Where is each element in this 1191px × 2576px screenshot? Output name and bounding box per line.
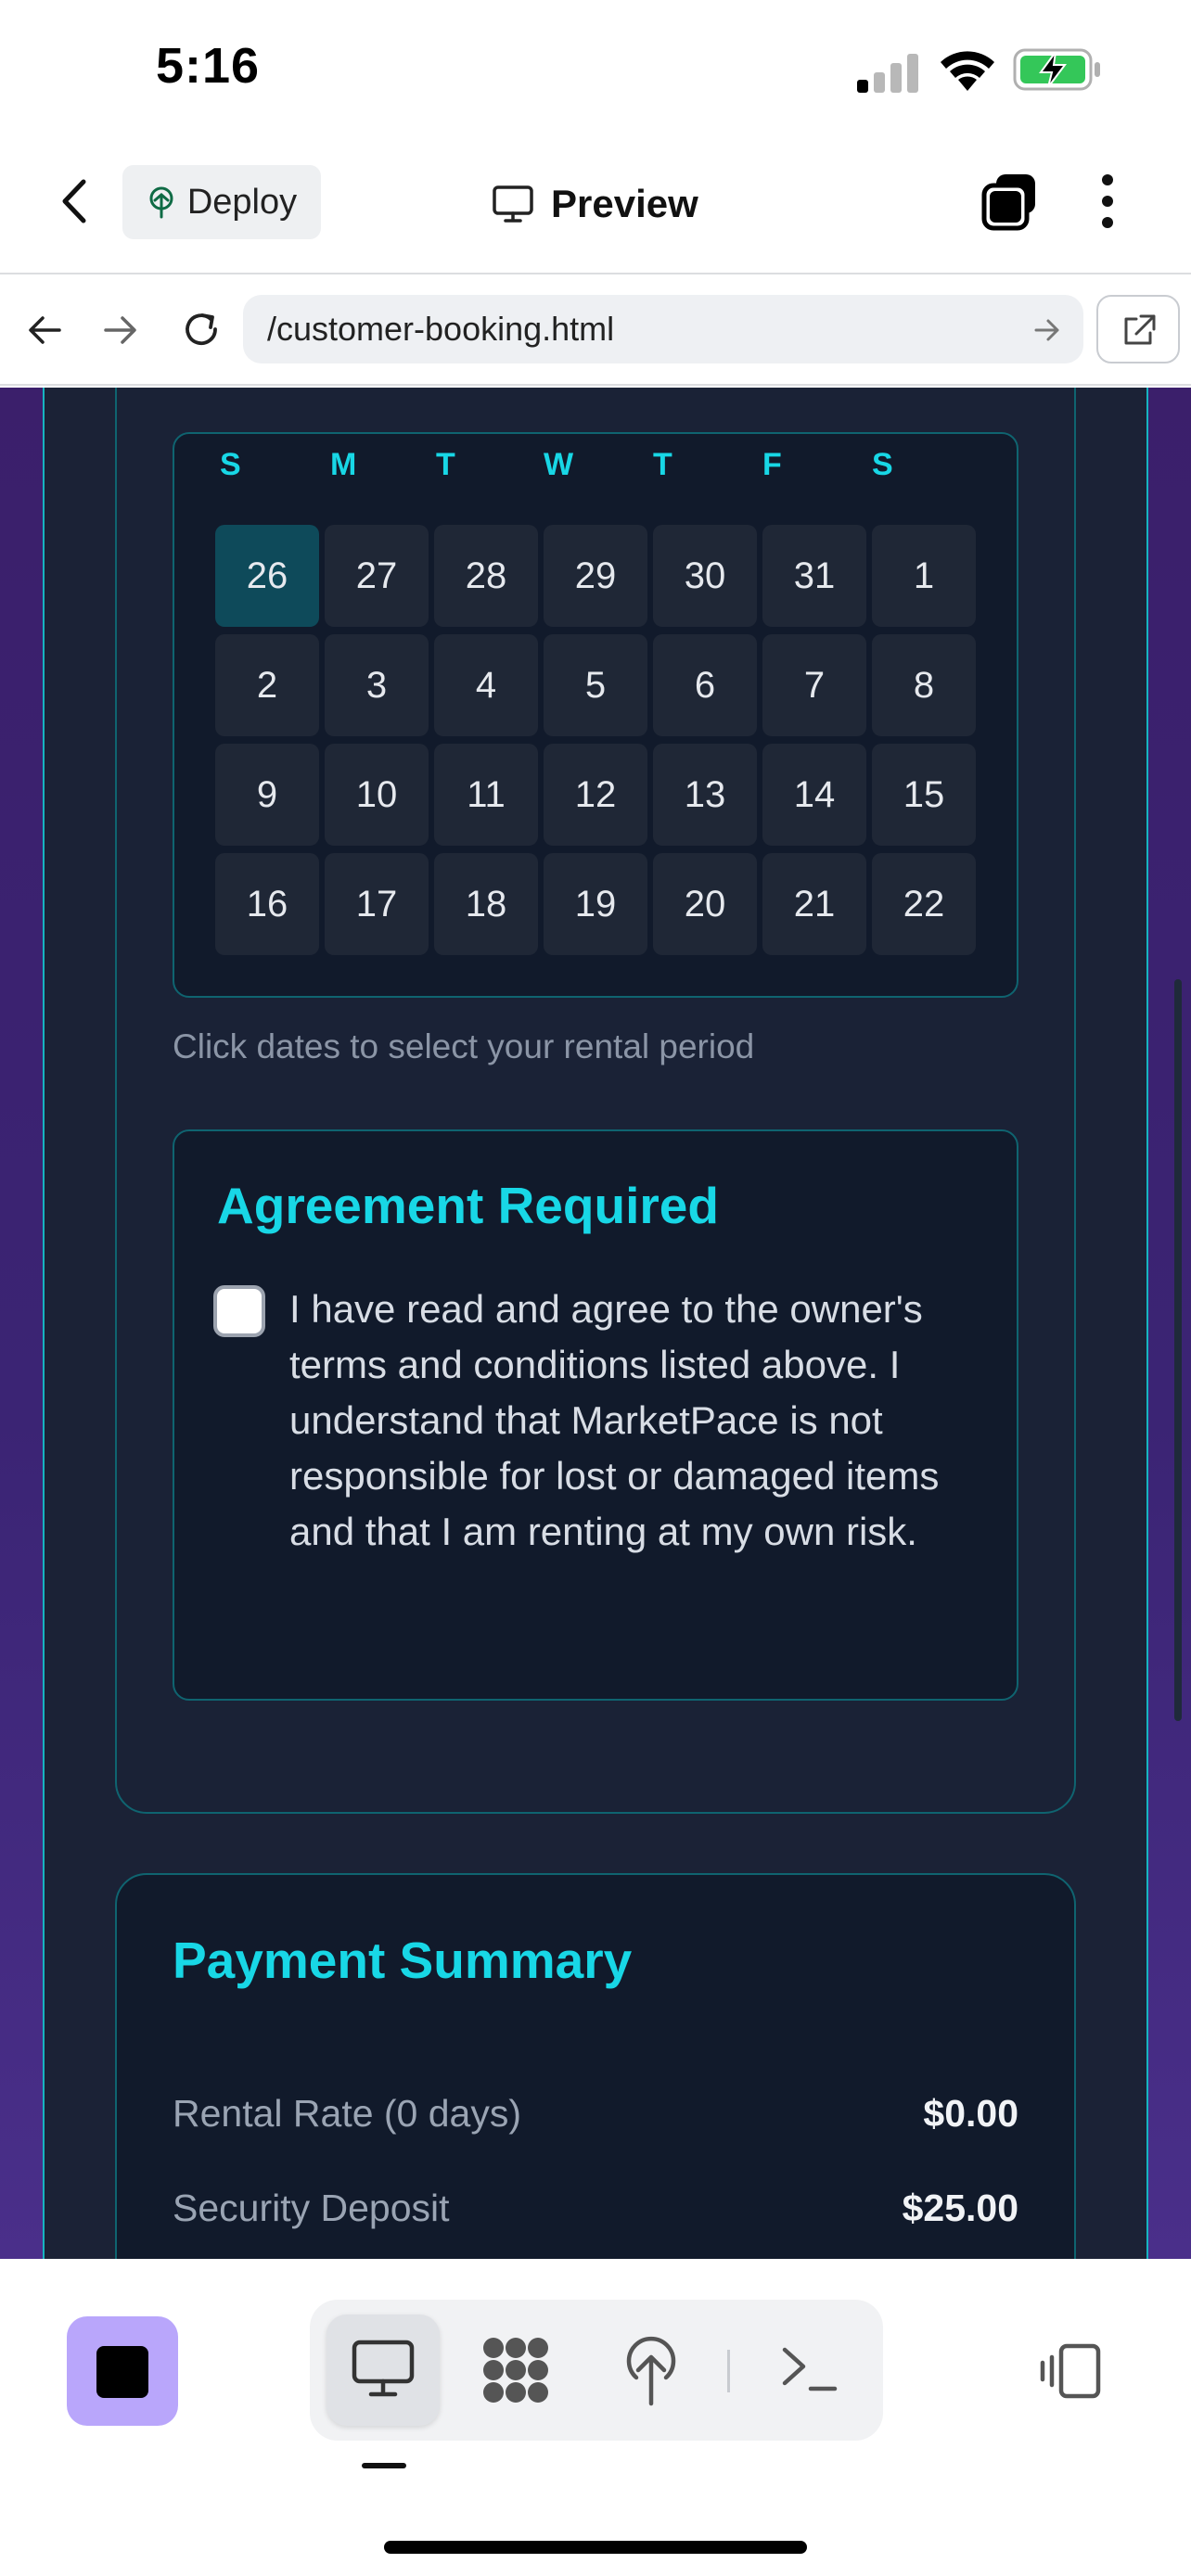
agreement-text: I have read and agree to the owner's ter… <box>289 1287 940 1553</box>
status-time: 5:16 <box>156 38 261 94</box>
calendar-day[interactable]: 26 <box>215 525 319 627</box>
signal-icon <box>855 52 922 93</box>
weekday-header: M <box>330 447 357 482</box>
rental-rate-label: Rental Rate (0 days) <box>173 2092 522 2135</box>
deploy-label: Deploy <box>186 182 298 222</box>
calendar-day[interactable]: 2 <box>215 634 319 736</box>
calendar-day[interactable]: 16 <box>215 853 319 955</box>
preview-label: Preview <box>551 182 698 225</box>
calendar-day[interactable]: 7 <box>762 634 866 736</box>
calendar-day[interactable]: 21 <box>762 853 866 955</box>
calendar-day[interactable]: 22 <box>872 853 976 955</box>
toolbar-divider <box>727 2350 730 2392</box>
agreement-title: Agreement Required <box>217 1177 719 1234</box>
weekday-header: T <box>436 447 455 482</box>
url-field[interactable]: /customer-booking.html <box>243 295 1083 363</box>
device-toggle-icon[interactable] <box>1037 2342 1102 2400</box>
monitor-tab-icon <box>351 2339 416 2398</box>
calendar-day[interactable]: 3 <box>325 634 429 736</box>
weekday-header: F <box>762 447 782 482</box>
deploy-button[interactable]: Deploy <box>122 165 321 239</box>
wifi-icon <box>937 46 998 93</box>
calendar-day[interactable]: 15 <box>872 744 976 846</box>
home-indicator <box>384 2541 807 2554</box>
preview-title: Preview <box>492 176 698 232</box>
calendar-day[interactable]: 13 <box>653 744 757 846</box>
security-deposit-value: $25.00 <box>902 2187 1018 2229</box>
more-options-icon[interactable] <box>1096 171 1119 232</box>
payment-summary-title: Payment Summary <box>173 1932 633 1989</box>
calendar-day[interactable]: 17 <box>325 853 429 955</box>
monitor-icon <box>492 185 534 223</box>
calendar-hint: Click dates to select your rental period <box>173 1027 755 1065</box>
deploy-icon <box>147 185 176 219</box>
calendar-day[interactable]: 6 <box>653 634 757 736</box>
tabs-icon[interactable] <box>980 171 1041 232</box>
calendar-day[interactable]: 12 <box>544 744 647 846</box>
calendar-day[interactable]: 11 <box>434 744 538 846</box>
stop-icon <box>96 2346 148 2398</box>
calendar-day[interactable]: 5 <box>544 634 647 736</box>
back-chevron-icon[interactable] <box>56 178 93 224</box>
calendar-day[interactable]: 14 <box>762 744 866 846</box>
terminal-icon[interactable] <box>781 2344 839 2396</box>
web-content: S M T W T F S 26 27 28 29 30 31 1 2 3 4 5 6 7 8 9 10 11 12 13 14 15… <box>0 388 1191 2259</box>
calendar-day[interactable]: 19 <box>544 853 647 955</box>
browser-back-icon[interactable] <box>26 313 63 347</box>
page-scrollbar[interactable] <box>1174 979 1182 1721</box>
weekday-header: W <box>544 447 574 482</box>
browser-forward-icon[interactable] <box>102 313 139 347</box>
open-external-button[interactable] <box>1096 295 1180 363</box>
active-tab-indicator <box>362 2463 406 2468</box>
calendar-day[interactable]: 30 <box>653 525 757 627</box>
calendar-day[interactable]: 9 <box>215 744 319 846</box>
external-link-icon <box>1121 312 1158 348</box>
calendar-day[interactable]: 29 <box>544 525 647 627</box>
security-deposit-label: Security Deposit <box>173 2187 450 2229</box>
weekday-header: S <box>872 447 893 482</box>
url-text: /customer-booking.html <box>267 310 615 348</box>
reload-icon[interactable] <box>180 308 223 351</box>
calendar-day[interactable]: 31 <box>762 525 866 627</box>
calendar-day[interactable]: 10 <box>325 744 429 846</box>
battery-icon <box>1013 48 1102 91</box>
nodes-icon[interactable] <box>480 2335 551 2405</box>
calendar-day[interactable]: 28 <box>434 525 538 627</box>
calendar-day[interactable]: 20 <box>653 853 757 955</box>
calendar-day[interactable]: 27 <box>325 525 429 627</box>
url-go-icon[interactable] <box>1033 317 1061 343</box>
agreement-checkbox[interactable] <box>213 1285 265 1337</box>
weekday-header: S <box>220 447 241 482</box>
calendar-day[interactable]: 8 <box>872 634 976 736</box>
calendar-day[interactable]: 1 <box>872 525 976 627</box>
rental-rate-value: $0.00 <box>923 2092 1018 2135</box>
calendar-day[interactable]: 4 <box>434 634 538 736</box>
deploy-tab-icon[interactable] <box>623 2335 679 2407</box>
calendar-day[interactable]: 18 <box>434 853 538 955</box>
weekday-header: T <box>653 447 672 482</box>
